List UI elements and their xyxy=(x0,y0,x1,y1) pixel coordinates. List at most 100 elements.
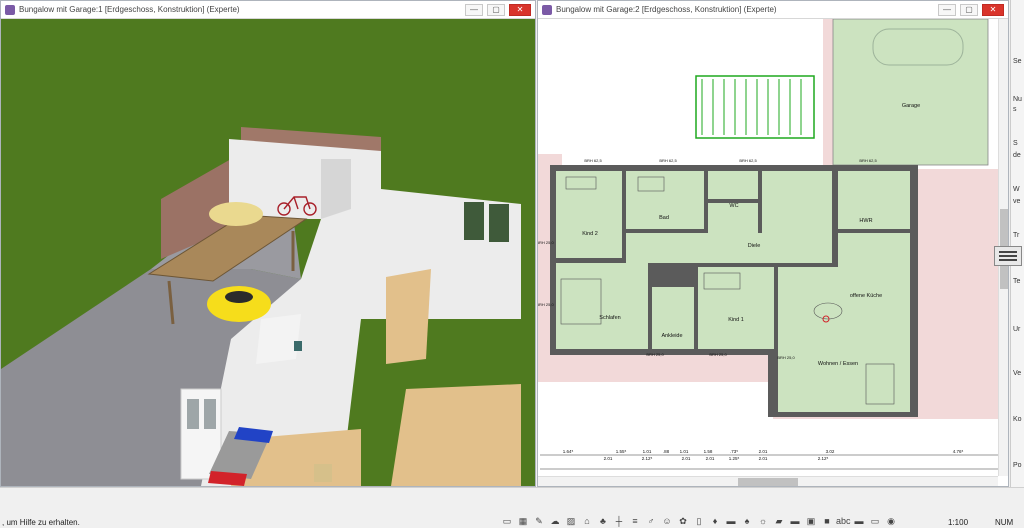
app-window: Bungalow mit Garage:1 [Erdgeschoss, Kons… xyxy=(0,0,1024,528)
side-panel-item[interactable]: S xyxy=(1013,140,1018,147)
stairs-icon[interactable]: ≡ xyxy=(628,515,642,527)
terrace-bottom xyxy=(538,354,773,382)
bench-icon[interactable]: ▭ xyxy=(868,515,882,527)
bed-icon[interactable]: ▬ xyxy=(788,515,802,527)
dimension-label: 2.01 xyxy=(706,456,715,461)
window-floor-plan[interactable]: Bungalow mit Garage:2 [Erdgeschoss, Kons… xyxy=(537,0,1009,487)
titlebar-plan[interactable]: Bungalow mit Garage:2 [Erdgeschoss, Kons… xyxy=(538,1,1008,19)
dimension-label: .73⁵ xyxy=(730,449,738,454)
maximize-button[interactable]: ▢ xyxy=(487,3,505,16)
walk-icon[interactable]: ♂ xyxy=(644,515,658,527)
floor-plan-viewport[interactable]: Garage Kind 2 Bad WC HWR Diele offene Küche Sch… xyxy=(538,19,998,486)
window-3d-view[interactable]: Bungalow mit Garage:1 [Erdgeschoss, Kons… xyxy=(0,0,536,487)
window-label: BRH 25,0 xyxy=(777,355,795,360)
garage-door xyxy=(321,159,351,219)
room-label: Bad xyxy=(659,215,669,221)
lamp-icon[interactable]: ☼ xyxy=(756,515,770,527)
person-icon[interactable]: ☺ xyxy=(660,515,674,527)
terrace-right xyxy=(913,169,998,419)
side-panel-item[interactable]: Po xyxy=(1013,462,1022,469)
side-panel-item[interactable]: de xyxy=(1013,152,1021,159)
camera-icon[interactable]: ◉ xyxy=(884,515,898,527)
grid-icon[interactable]: ▦ xyxy=(516,515,530,527)
side-panel-item[interactable]: W xyxy=(1013,186,1020,193)
interior-wall xyxy=(256,314,301,364)
dimension-label: 2.01 xyxy=(682,456,691,461)
dimension-label: 2.01 xyxy=(759,449,768,454)
3d-scene xyxy=(1,19,535,486)
scale-indicator[interactable]: 1:100 xyxy=(948,518,968,527)
tv-icon[interactable]: ▣ xyxy=(804,515,818,527)
num-lock-indicator: NUM xyxy=(995,518,1014,527)
bush-icon[interactable]: ♠ xyxy=(740,515,754,527)
side-panel-item[interactable]: Ko xyxy=(1013,416,1022,423)
tree-icon[interactable]: ♣ xyxy=(596,515,610,527)
window-label: BRH 62,5 xyxy=(739,158,757,163)
side-panel-item[interactable]: Se xyxy=(1013,58,1022,65)
floor-wood-1 xyxy=(386,269,431,364)
room-label: Diele xyxy=(748,243,761,249)
window-3d-4 xyxy=(204,399,216,429)
room-label: Ankleide xyxy=(661,333,682,339)
window-icon[interactable]: ▭ xyxy=(500,515,514,527)
pencil-icon[interactable]: ✎ xyxy=(532,515,546,527)
window-3d-3 xyxy=(187,399,199,429)
room-label: Wohnen / Essen xyxy=(818,361,858,367)
dimension-label: 4.76⁵ xyxy=(953,449,964,454)
room-kind1 xyxy=(698,267,774,349)
roof-icon[interactable]: ⌂ xyxy=(580,515,594,527)
app-icon xyxy=(5,4,15,15)
statusbar: , um Hilfe zu erhalten. ▭ ▦ ✎ ☁ ▨ ⌂ ♣ ┼ ≡ ♂ ☺ ✿ ▯ ♦ ▬ ♠… xyxy=(0,487,1024,528)
3d-viewport[interactable] xyxy=(1,19,535,486)
side-panel-item[interactable]: ve xyxy=(1013,198,1020,205)
room-diele-top xyxy=(762,171,832,236)
minimize-button[interactable]: — xyxy=(465,3,483,16)
plant-icon[interactable]: ✿ xyxy=(676,515,690,527)
horizontal-scrollbar[interactable] xyxy=(538,476,998,486)
window-3d-2 xyxy=(489,204,509,242)
window-label: BRH 62,5 xyxy=(859,158,877,163)
dimension-label: 2.12⁵ xyxy=(818,456,829,461)
close-button[interactable]: ✕ xyxy=(509,3,531,16)
window-title-plan: Bungalow mit Garage:2 [Erdgeschoss, Kons… xyxy=(556,5,777,14)
cloud-icon[interactable]: ☁ xyxy=(548,515,562,527)
side-panel-item[interactable]: Nu xyxy=(1013,96,1022,103)
room-label: WC xyxy=(729,203,738,209)
panel-grip-handle[interactable] xyxy=(994,246,1022,266)
window-label: BRH 62,5 xyxy=(659,158,677,163)
room-wohnen xyxy=(778,267,910,412)
dimension-label: 1.64⁵ xyxy=(563,449,574,454)
door-icon[interactable]: ▯ xyxy=(692,515,706,527)
window-label: BRH 25,0 xyxy=(538,302,554,307)
side-panel-item[interactable]: Tr xyxy=(1013,232,1019,239)
room-label: Kind 2 xyxy=(582,231,598,237)
minimize-button[interactable]: — xyxy=(938,3,956,16)
sofa-icon[interactable]: ▬ xyxy=(724,515,738,527)
side-panel-item[interactable]: Ve xyxy=(1013,370,1021,377)
dimension-label: 1.25⁵ xyxy=(729,456,740,461)
fence-icon[interactable]: ┼ xyxy=(612,515,626,527)
close-button[interactable]: ✕ xyxy=(982,3,1004,16)
dimension-label: 2.01 xyxy=(604,456,613,461)
horizontal-scroll-thumb[interactable] xyxy=(738,478,798,486)
sofa2-icon[interactable]: ▬ xyxy=(852,515,866,527)
chair-icon[interactable]: ♦ xyxy=(708,515,722,527)
side-panel: Se Nu s Sde Wve Tr Te Ur Ve Ko Po xyxy=(1010,0,1024,487)
dimension-label: 3.02 xyxy=(826,449,835,454)
room-label: Schlafen xyxy=(599,315,620,321)
floor-plan: Garage Kind 2 Bad WC HWR Diele offene Küche Sch… xyxy=(538,19,998,470)
window-3d-1 xyxy=(464,202,484,240)
room-label: offene Küche xyxy=(850,293,882,299)
box-icon[interactable]: ■ xyxy=(820,515,834,527)
maximize-button[interactable]: ▢ xyxy=(960,3,978,16)
titlebar-3d[interactable]: Bungalow mit Garage:1 [Erdgeschoss, Kons… xyxy=(1,1,535,19)
side-panel-item[interactable]: Te xyxy=(1013,278,1020,285)
window-label: BRH 25,0 xyxy=(538,240,554,245)
landscape-icon[interactable]: ▨ xyxy=(564,515,578,527)
side-panel-item[interactable]: s xyxy=(1013,106,1017,113)
car-icon[interactable]: ▰ xyxy=(772,515,786,527)
text-icon[interactable]: abc xyxy=(836,515,851,527)
floor-wood-2 xyxy=(391,384,521,486)
side-panel-item[interactable]: Ur xyxy=(1013,326,1020,333)
room-label: HWR xyxy=(859,218,872,224)
